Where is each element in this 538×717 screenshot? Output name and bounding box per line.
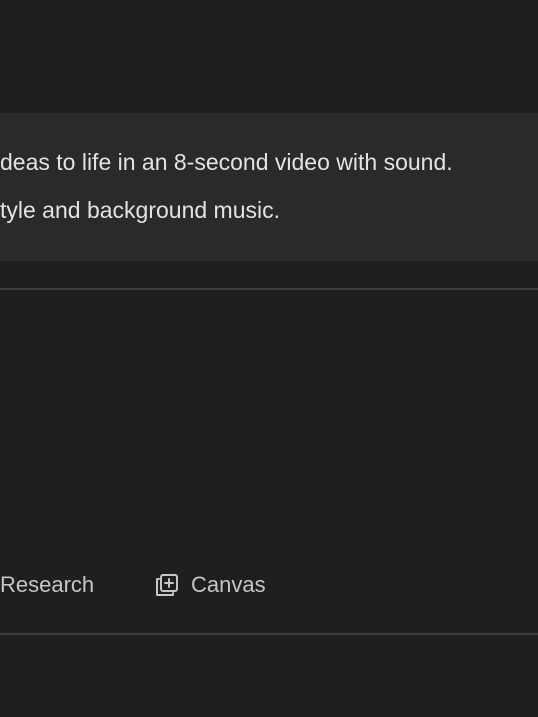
canvas-icon [153,571,181,599]
research-button[interactable]: Research [0,568,94,602]
canvas-label: Canvas [191,572,266,597]
info-text-line-1: deas to life in an 8-second video with s… [0,149,453,175]
info-text-line-2: tyle and background music. [0,197,280,223]
divider-bottom [0,633,538,635]
research-label: Research [0,572,95,597]
page: deas to life in an 8-second video with s… [0,0,538,717]
canvas-button[interactable]: Canvas [153,568,266,602]
divider-top [0,288,538,290]
info-card: deas to life in an 8-second video with s… [0,113,538,261]
